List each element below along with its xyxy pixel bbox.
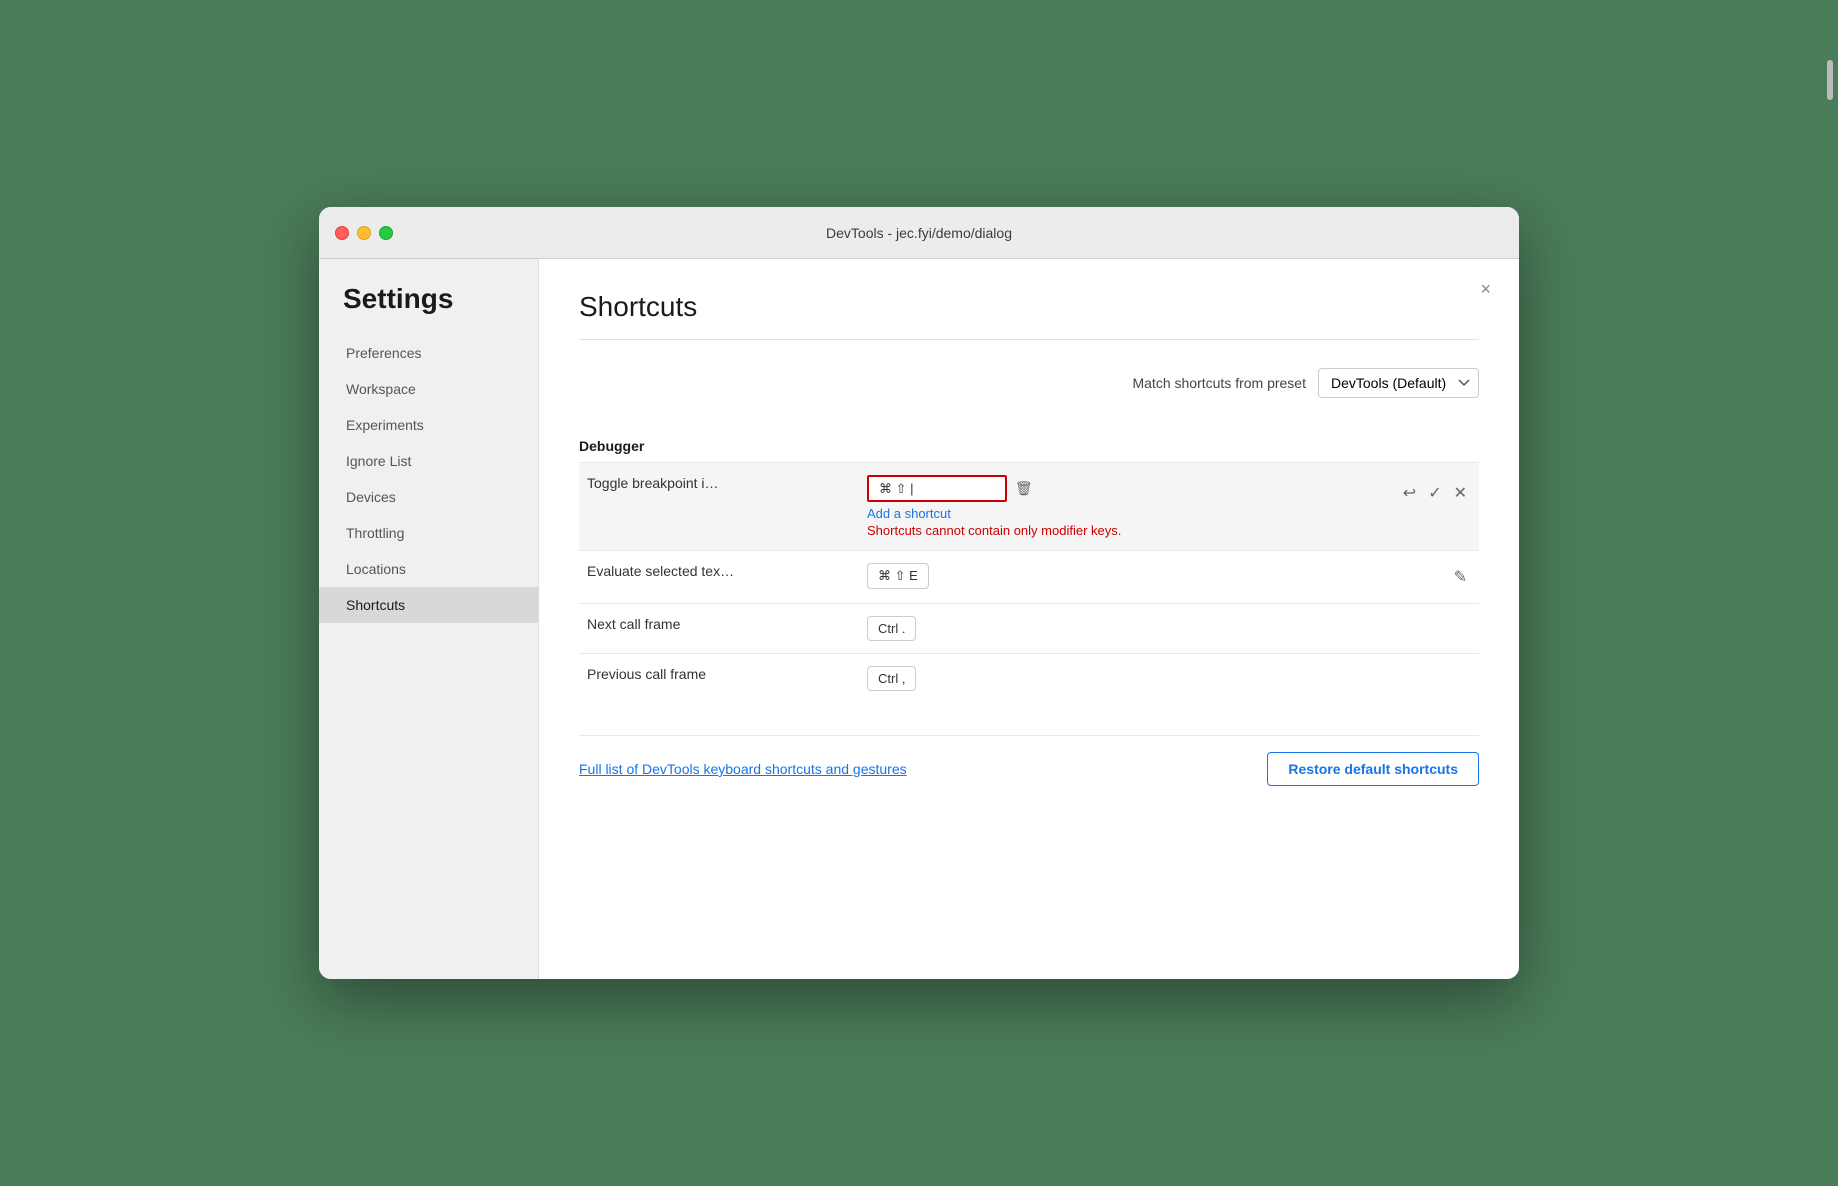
sidebar-item-locations[interactable]: Locations — [319, 551, 538, 587]
preset-select[interactable]: DevTools (Default) Visual Studio Code — [1318, 368, 1479, 398]
shortcut-keys-next: Ctrl . — [859, 604, 1391, 654]
sidebar-item-devices[interactable]: Devices — [319, 479, 538, 515]
table-row: Next call frame Ctrl . — [579, 604, 1479, 654]
shortcut-keys-evaluate: ⌘ ⇧ E — [859, 551, 1391, 604]
key-input-wrapper — [867, 475, 1383, 502]
footer: Full list of DevTools keyboard shortcuts… — [579, 735, 1479, 786]
close-button[interactable]: × — [1472, 275, 1499, 304]
key-badge: Ctrl , — [867, 666, 916, 691]
cancel-edit-button[interactable] — [1450, 479, 1471, 507]
shortcut-actions-evaluate — [1391, 551, 1479, 604]
page-title: Shortcuts — [579, 291, 1479, 323]
debugger-header: Debugger — [579, 430, 1479, 462]
title-divider — [579, 339, 1479, 340]
main-content: × Shortcuts Match shortcuts from preset … — [539, 259, 1519, 979]
devtools-window: DevTools - jec.fyi/demo/dialog Settings … — [319, 207, 1519, 979]
editing-actions — [1399, 475, 1471, 507]
sidebar-item-throttling[interactable]: Throttling — [319, 515, 538, 551]
close-traffic-light[interactable] — [335, 226, 349, 240]
error-message: Shortcuts cannot contain only modifier k… — [867, 523, 1383, 538]
check-icon — [1428, 485, 1441, 502]
undo-button[interactable] — [1399, 479, 1420, 507]
table-row: Toggle breakpoint i… Add a shortcut — [579, 463, 1479, 551]
key-badge: Ctrl . — [867, 616, 916, 641]
full-list-link[interactable]: Full list of DevTools keyboard shortcuts… — [579, 761, 907, 777]
shortcut-actions-toggle — [1391, 463, 1479, 551]
settings-title: Settings — [319, 283, 538, 335]
preset-label: Match shortcuts from preset — [1132, 375, 1306, 391]
titlebar: DevTools - jec.fyi/demo/dialog — [319, 207, 1519, 259]
add-shortcut-link[interactable]: Add a shortcut — [867, 506, 1383, 521]
sidebar-item-workspace[interactable]: Workspace — [319, 371, 538, 407]
undo-icon — [1403, 485, 1416, 502]
minimize-traffic-light[interactable] — [357, 226, 371, 240]
content-area: Settings Preferences Workspace Experimen… — [319, 259, 1519, 979]
edit-shortcut-button[interactable] — [1450, 563, 1471, 591]
window-title: DevTools - jec.fyi/demo/dialog — [826, 225, 1012, 241]
sidebar-item-shortcuts[interactable]: Shortcuts — [319, 587, 538, 623]
add-shortcut-row: Add a shortcut Shortcuts cannot contain … — [867, 506, 1383, 538]
shortcut-name-next: Next call frame — [579, 604, 859, 654]
shortcut-name-toggle: Toggle breakpoint i… — [579, 463, 859, 551]
table-row: Previous call frame Ctrl , — [579, 654, 1479, 704]
shortcut-name-evaluate: Evaluate selected tex… — [579, 551, 859, 604]
sidebar-item-preferences[interactable]: Preferences — [319, 335, 538, 371]
shortcut-key-input[interactable] — [867, 475, 1007, 502]
debugger-section: Debugger Toggle breakpoint i… — [579, 430, 1479, 703]
preset-row: Match shortcuts from preset DevTools (De… — [579, 368, 1479, 398]
traffic-lights — [335, 226, 393, 240]
sidebar: Settings Preferences Workspace Experimen… — [319, 259, 539, 979]
confirm-button[interactable] — [1424, 479, 1445, 507]
pencil-icon — [1454, 569, 1467, 586]
sidebar-item-experiments[interactable]: Experiments — [319, 407, 538, 443]
restore-defaults-button[interactable]: Restore default shortcuts — [1267, 752, 1479, 786]
shortcut-actions-previous — [1391, 654, 1479, 704]
shortcut-name-previous: Previous call frame — [579, 654, 859, 704]
table-row: Evaluate selected tex… ⌘ ⇧ E — [579, 551, 1479, 604]
key-badge: ⌘ ⇧ E — [867, 563, 929, 589]
shortcut-keys-previous: Ctrl , — [859, 654, 1391, 704]
shortcut-keys-toggle: Add a shortcut Shortcuts cannot contain … — [859, 463, 1391, 551]
trash-icon — [1015, 480, 1033, 497]
x-icon — [1454, 485, 1467, 502]
shortcut-actions-next — [1391, 604, 1479, 654]
delete-shortcut-button[interactable] — [1011, 476, 1037, 502]
sidebar-item-ignore-list[interactable]: Ignore List — [319, 443, 538, 479]
maximize-traffic-light[interactable] — [379, 226, 393, 240]
shortcuts-table: Toggle breakpoint i… Add a shortcut — [579, 462, 1479, 703]
